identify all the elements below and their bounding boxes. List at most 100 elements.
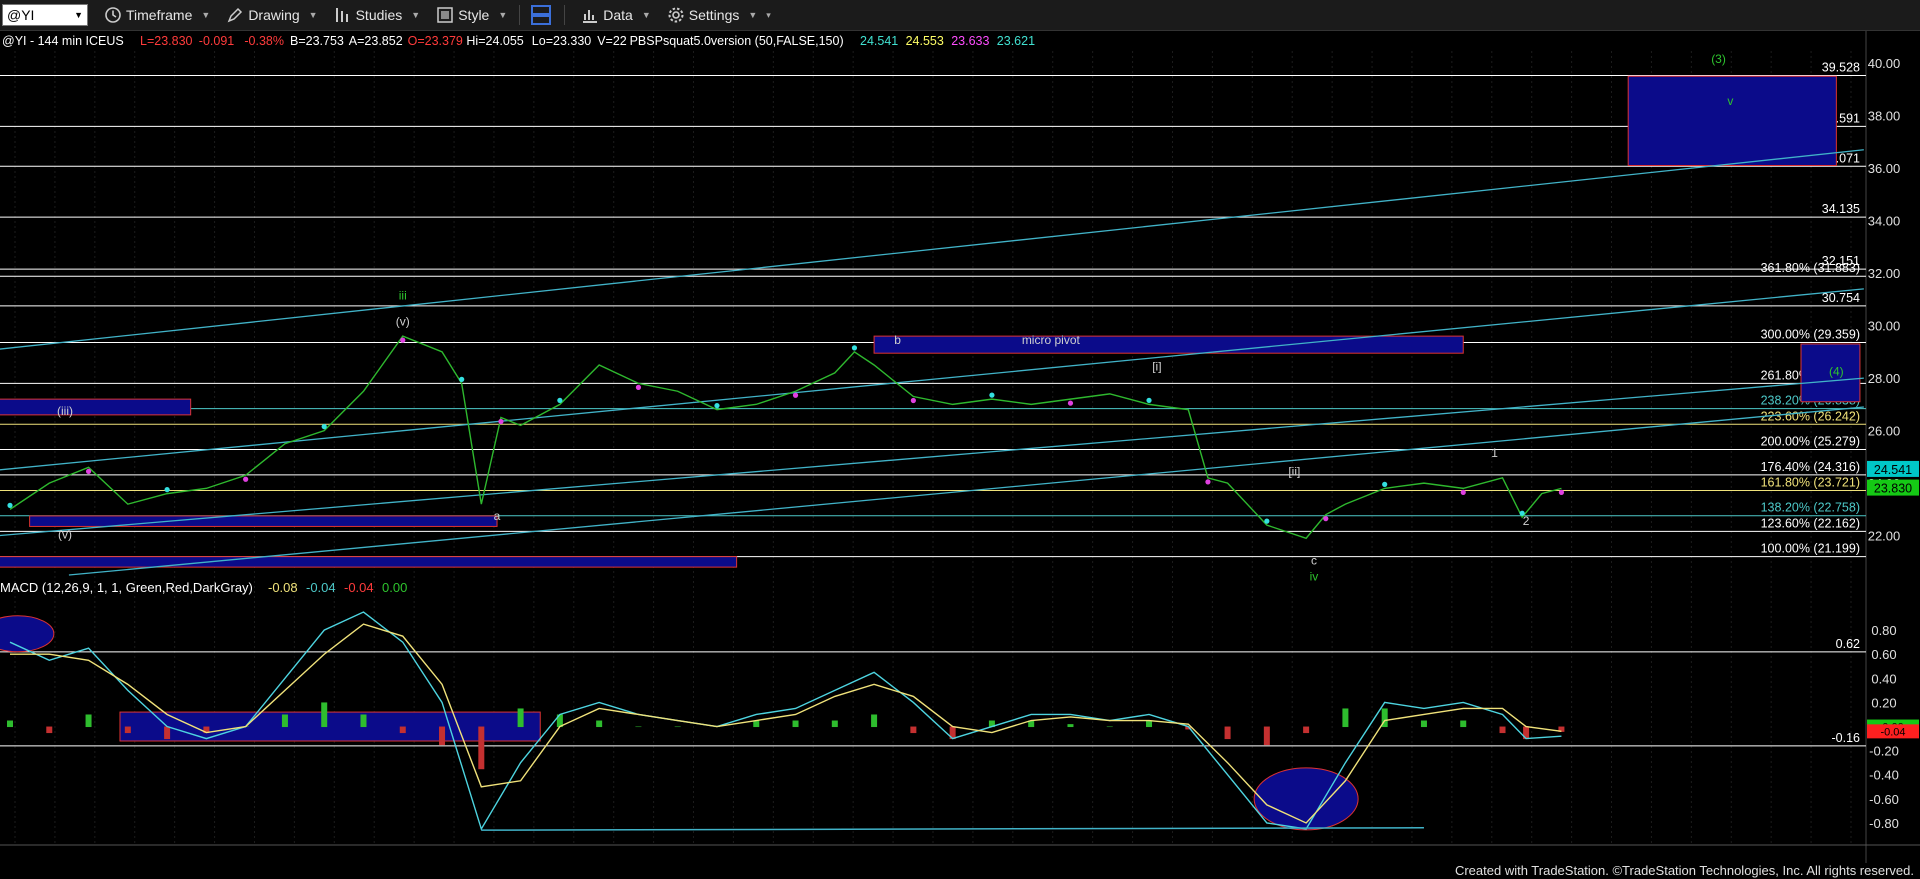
histogram-bar bbox=[399, 726, 406, 734]
macd-value: -0.04 bbox=[344, 580, 374, 595]
histogram-bar bbox=[321, 702, 328, 728]
macd-value: -0.08 bbox=[268, 580, 298, 595]
wave-label: (v) bbox=[396, 315, 410, 329]
pivot-marker bbox=[498, 418, 504, 425]
legend-text: -0.091 bbox=[199, 34, 234, 48]
histogram-bar bbox=[1420, 720, 1427, 728]
chart-area[interactable]: 7/267/29Aug8/68/98/128/148/188/208/238/2… bbox=[0, 31, 1920, 863]
symbol-input[interactable]: @YI ▼ bbox=[2, 4, 88, 26]
toolbar-divider bbox=[519, 5, 521, 25]
legend-text: @YI - 144 min ICEUS bbox=[2, 34, 124, 48]
trendline-upper bbox=[0, 149, 1864, 350]
histogram-bar bbox=[1263, 726, 1270, 746]
caret-down-icon: ▾ bbox=[766, 9, 771, 20]
wave-label: iv bbox=[1310, 569, 1319, 583]
macd-y-tick-label: 0.20 bbox=[1871, 695, 1896, 710]
wave-label: iii bbox=[399, 288, 407, 302]
macd-level-label: -0.16 bbox=[1832, 731, 1861, 745]
y-tick-label: 34.00 bbox=[1868, 214, 1901, 229]
y-tick-label: 38.00 bbox=[1868, 109, 1901, 124]
wave-label: c bbox=[1311, 554, 1317, 568]
pivot-marker bbox=[714, 403, 720, 409]
pivot-marker bbox=[635, 384, 642, 390]
macd-y-tick-label: 0.80 bbox=[1871, 623, 1896, 638]
studies-icon bbox=[335, 8, 348, 22]
fib-level-label: 161.80% (23.721) bbox=[1761, 475, 1860, 489]
histogram-bar bbox=[792, 720, 799, 728]
wave-label: (v) bbox=[58, 527, 72, 541]
wave-label: v bbox=[1727, 94, 1733, 108]
pivot-marker bbox=[1067, 400, 1074, 406]
histogram-bar bbox=[635, 726, 642, 728]
settings-label: Settings bbox=[688, 7, 740, 23]
pivot-marker bbox=[1205, 479, 1211, 485]
studies-button[interactable]: Studies ▼ bbox=[334, 6, 421, 24]
style-button[interactable]: Style ▼ bbox=[436, 6, 507, 24]
caret-down-icon: ▼ bbox=[201, 10, 211, 20]
macd-trendline bbox=[481, 827, 1424, 831]
clock-icon bbox=[105, 7, 121, 23]
settings-button[interactable]: Settings ▼ ▾ bbox=[667, 6, 771, 24]
chevron-down-icon: ▼ bbox=[74, 10, 83, 20]
style-label: Style bbox=[458, 7, 490, 23]
pivot-marker bbox=[400, 337, 406, 343]
legend-text: 24.553 bbox=[906, 34, 944, 48]
pivot-marker bbox=[1382, 481, 1388, 487]
fib-level-label: 176.40% (24.316) bbox=[1761, 460, 1860, 474]
histogram-bar bbox=[1342, 708, 1349, 728]
legend-text: A=23.852 bbox=[349, 34, 403, 48]
pivot-marker bbox=[459, 376, 465, 382]
histogram-bar bbox=[596, 720, 603, 728]
macd-title: MACD (12,26,9, 1, 1, Green,Red,DarkGray) bbox=[0, 580, 253, 595]
timeframe-label: Timeframe bbox=[126, 7, 193, 23]
histogram-bar bbox=[1067, 724, 1074, 728]
histogram-bar bbox=[124, 726, 131, 734]
wave-label: (4) bbox=[1829, 365, 1844, 379]
fib-level-label: 300.00% (29.359) bbox=[1761, 327, 1860, 341]
pivot-marker bbox=[7, 502, 13, 508]
macd-y-tick-label: -0.20 bbox=[1869, 744, 1899, 759]
micro-pivot-box bbox=[873, 335, 1464, 354]
legend-text: L=23.830 bbox=[140, 34, 193, 48]
y-tick-label: 40.00 bbox=[1868, 56, 1901, 71]
pivot-marker bbox=[910, 397, 916, 404]
y-tick-label: 28.00 bbox=[1868, 371, 1901, 386]
histogram-bar bbox=[1303, 726, 1310, 734]
pivot-marker bbox=[321, 424, 327, 430]
wave-label: [i] bbox=[1152, 359, 1161, 373]
legend-text: 24.541 bbox=[860, 34, 898, 48]
price-level-label: 32.151 bbox=[1822, 254, 1860, 268]
macd-y-tick-label: 0.40 bbox=[1871, 671, 1896, 686]
caret-down-icon: ▼ bbox=[411, 10, 421, 20]
pivot-marker bbox=[792, 392, 799, 398]
pivot-marker bbox=[557, 397, 563, 403]
wave-label: 1 bbox=[1491, 446, 1498, 460]
macd-last-text: -0.04 bbox=[1880, 726, 1905, 738]
legend-text: 23.621 bbox=[997, 34, 1035, 48]
symbol-value: @YI bbox=[7, 7, 35, 23]
legend-text: Lo=23.330 bbox=[532, 34, 591, 48]
histogram-bar bbox=[1106, 726, 1113, 728]
macd-y-tick-label: 0.60 bbox=[1871, 647, 1896, 662]
y-tick-label: 26.00 bbox=[1868, 424, 1901, 439]
fib-level-label: 123.60% (22.162) bbox=[1761, 516, 1860, 530]
pivot-marker bbox=[989, 392, 995, 398]
box-iii bbox=[0, 398, 192, 416]
trendline-base bbox=[68, 406, 1864, 576]
layout-button[interactable] bbox=[530, 4, 552, 26]
footer-credit: Created with TradeStation. ©TradeStation… bbox=[1454, 863, 1914, 878]
drawing-button[interactable]: Drawing ▼ bbox=[226, 6, 318, 24]
histogram-bar bbox=[281, 714, 288, 728]
macd-y-tick-label: -0.80 bbox=[1869, 816, 1899, 831]
wave-label: [ii] bbox=[1288, 464, 1300, 478]
macd-y-tick-label: -0.40 bbox=[1869, 768, 1899, 783]
legend-text: 23.633 bbox=[951, 34, 989, 48]
style-icon bbox=[437, 7, 453, 23]
timeframe-button[interactable]: Timeframe ▼ bbox=[104, 6, 210, 24]
pivot-marker bbox=[243, 476, 249, 482]
histogram-bar bbox=[517, 708, 524, 728]
data-icon bbox=[583, 10, 598, 23]
trendline-mid bbox=[0, 288, 1864, 471]
histogram-bar bbox=[1224, 726, 1231, 740]
data-button[interactable]: Data ▼ bbox=[581, 6, 651, 24]
